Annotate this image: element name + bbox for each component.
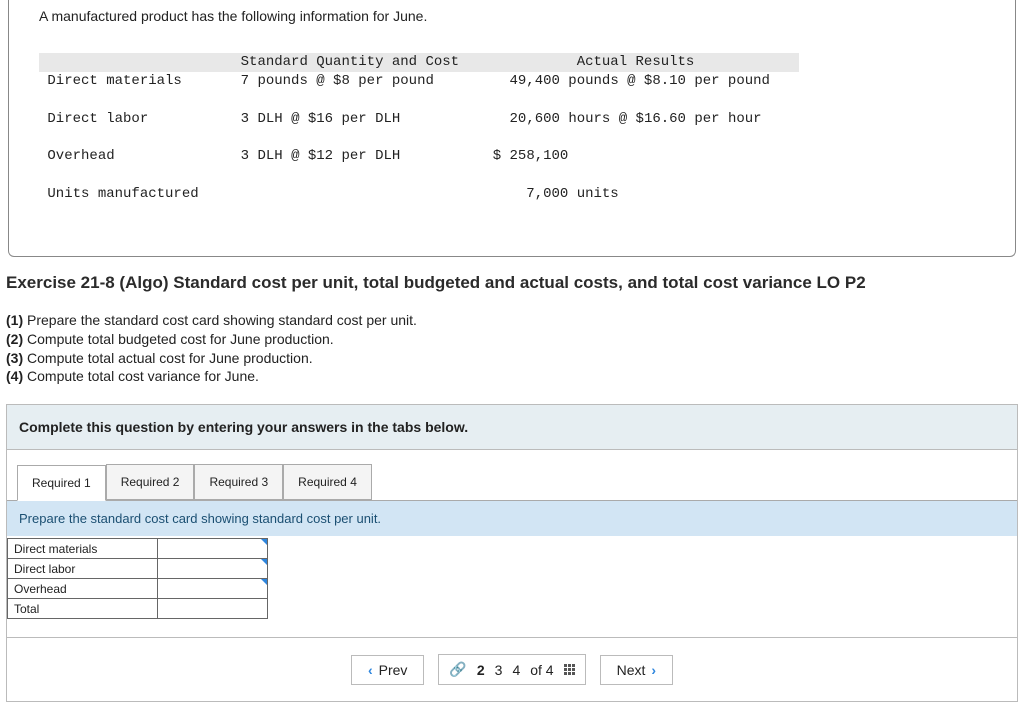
oh-act: $ 258,100 [493,148,569,164]
data-table: Standard Quantity and Cost Actual Result… [39,34,985,242]
units-label: Units manufactured [47,186,198,202]
page-4[interactable]: 4 [512,662,520,678]
intro-text: A manufactured product has the following… [39,8,985,24]
page-2[interactable]: 2 [477,662,485,678]
task-2-num: (2) [6,331,23,347]
task-1-text: Prepare the standard cost card showing s… [27,312,417,328]
input-dl[interactable] [158,559,268,579]
link-icon: 🔗 [449,661,466,678]
pager: ‹ Prev 🔗 2 3 4 of 4 Next › [7,637,1017,701]
dm-label: Direct materials [47,73,181,89]
input-oh[interactable] [158,579,268,599]
row-label-total: Total [8,599,158,619]
page-3[interactable]: 3 [495,662,503,678]
task-4-num: (4) [6,368,23,384]
table-row: Direct materials [8,539,268,559]
row-label-dm: Direct materials [8,539,158,559]
task-4-text: Compute total cost variance for June. [27,368,259,384]
task-2-text: Compute total budgeted cost for June pro… [27,331,334,347]
chevron-left-icon: ‹ [368,662,373,678]
tab-description: Prepare the standard cost card showing s… [7,501,1017,536]
exercise-title: Exercise 21-8 (Algo) Standard cost per u… [6,273,1018,293]
tab-strip: Required 1 Required 2 Required 3 Require… [7,450,1017,500]
problem-info-box: A manufactured product has the following… [8,0,1016,257]
prev-button[interactable]: ‹ Prev [351,655,424,685]
oh-std: 3 DLH @ $12 per DLH [241,148,401,164]
task-1-num: (1) [6,312,23,328]
prev-label: Prev [379,662,408,678]
page-indicator: 🔗 2 3 4 of 4 [438,654,585,685]
dl-std: 3 DLH @ $16 per DLH [241,111,401,127]
grid-icon[interactable] [564,664,575,675]
task-3-num: (3) [6,350,23,366]
tab-required-4[interactable]: Required 4 [283,464,372,500]
oh-label: Overhead [47,148,114,164]
task-3-text: Compute total actual cost for June produ… [27,350,313,366]
dl-label: Direct labor [47,111,148,127]
units-act: 7,000 units [526,186,618,202]
row-label-dl: Direct labor [8,559,158,579]
tab-required-3[interactable]: Required 3 [194,464,283,500]
dm-std: 7 pounds @ $8 per pound [241,73,434,89]
table-header-row: Standard Quantity and Cost Actual Result… [39,53,799,72]
table-row: Overhead [8,579,268,599]
page-of-label: of 4 [530,662,553,678]
input-dm[interactable] [158,539,268,559]
chevron-right-icon: › [651,662,656,678]
tab-required-2[interactable]: Required 2 [106,464,195,500]
row-label-oh: Overhead [8,579,158,599]
header-standard: Standard Quantity and Cost [241,54,459,70]
dm-act: 49,400 pounds @ $8.10 per pound [510,73,770,89]
answer-panel: Complete this question by entering your … [6,404,1018,702]
instruction-bar: Complete this question by entering your … [7,405,1017,450]
input-total [158,599,268,619]
next-label: Next [617,662,646,678]
task-list: (1) Prepare the standard cost card showi… [6,311,1018,387]
table-row: Total [8,599,268,619]
header-actual: Actual Results [577,54,695,70]
tab-required-1[interactable]: Required 1 [17,465,106,501]
answer-grid: Direct materials Direct labor Overhead T… [7,538,1017,619]
dl-act: 20,600 hours @ $16.60 per hour [510,111,762,127]
table-row: Direct labor [8,559,268,579]
next-button[interactable]: Next › [600,655,673,685]
